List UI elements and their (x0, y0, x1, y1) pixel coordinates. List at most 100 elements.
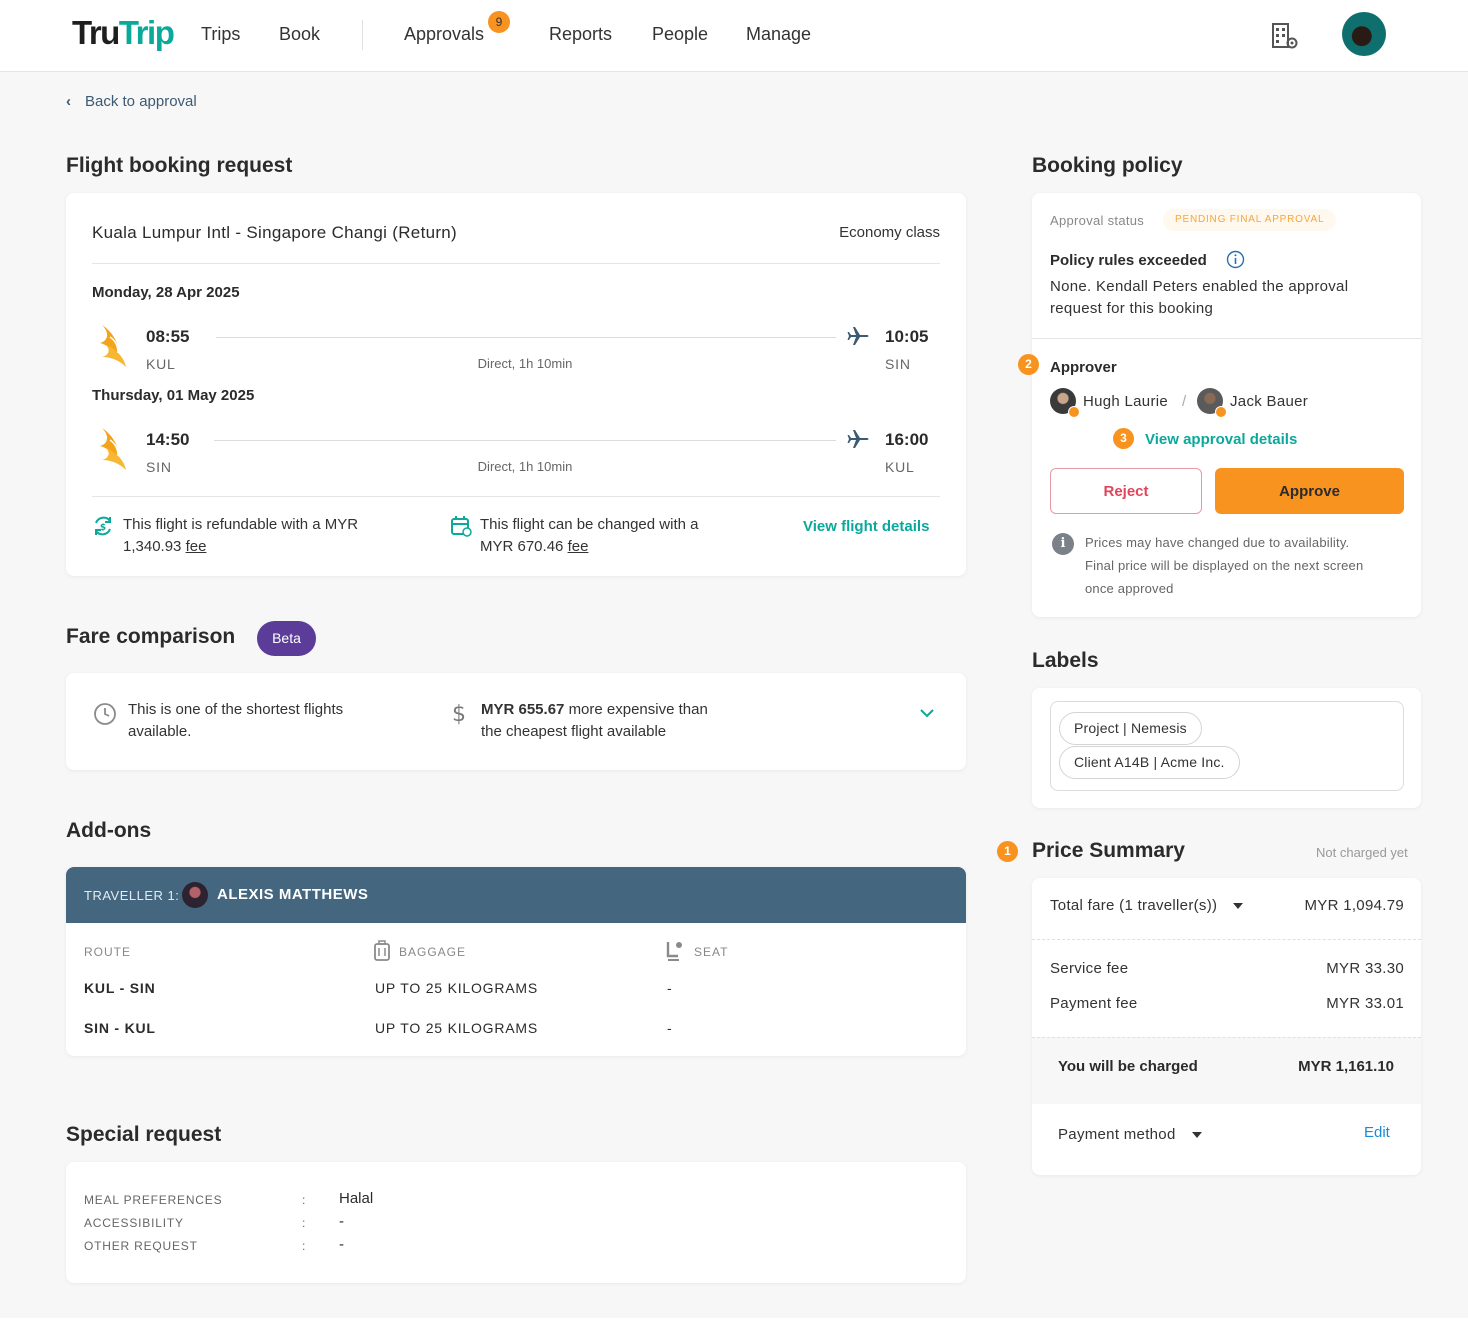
traveller-avatar (182, 882, 208, 908)
total-fare-toggle[interactable]: Total fare (1 traveller(s)) (1050, 897, 1244, 914)
nav-manage[interactable]: Manage (746, 24, 811, 45)
leg-1-departure-code: KUL (146, 356, 176, 372)
back-to-approval-link[interactable]: ‹ Back to approval (66, 93, 197, 110)
meal-preferences-label: MEAL PREFERENCES (84, 1193, 223, 1207)
view-flight-details-link[interactable]: View flight details (803, 518, 929, 535)
label-chip[interactable]: Client A14B | Acme Inc. (1059, 746, 1240, 779)
total-fare-label: Total fare (1 traveller(s)) (1050, 897, 1218, 914)
shortest-text-line1: This is one of the shortest flights (128, 701, 344, 718)
addon-row-2-seat: - (667, 1020, 673, 1036)
flight-request-title: Flight booking request (66, 154, 293, 177)
traveller-label: TRAVELLER 1: (84, 888, 180, 903)
refund-policy-text: This flight is refundable with a MYR 1,3… (123, 514, 423, 558)
leg-2-arrival-time: 16:00 (885, 430, 929, 449)
accessibility-label: ACCESSIBILITY (84, 1216, 184, 1230)
addon-row-2-route: SIN - KUL (84, 1020, 156, 1036)
caret-down-icon (1191, 1132, 1202, 1139)
leg-2-arrival-code: KUL (885, 459, 915, 475)
flight-card: Kuala Lumpur Intl - Singapore Changi (Re… (66, 193, 966, 576)
change-text-line1: This flight can be changed with a (480, 516, 699, 533)
refund-fee-link[interactable]: fee (186, 538, 207, 555)
change-policy-text: This flight can be changed with a MYR 67… (480, 514, 770, 558)
traveller-header: TRAVELLER 1: ALEXIS MATTHEWS (66, 867, 966, 923)
shortest-flight-text: This is one of the shortest flights avai… (128, 699, 418, 743)
back-link-label: Back to approval (85, 93, 197, 110)
info-outline-icon[interactable] (1226, 250, 1245, 269)
divider (1032, 338, 1421, 339)
clock-icon (94, 703, 116, 725)
nav-reports[interactable]: Reports (549, 24, 612, 45)
leg-1-date: Monday, 28 Apr 2025 (92, 284, 240, 301)
nav-approvals[interactable]: Approvals (404, 24, 484, 45)
payment-fee-value: MYR 33.01 (1326, 995, 1404, 1012)
addon-row-1-route: KUL - SIN (84, 980, 156, 996)
leg-1-duration: Direct, 1h 10min (477, 356, 573, 371)
leg-2-route-line (214, 440, 836, 441)
pending-status-dot (1215, 406, 1227, 418)
user-avatar[interactable] (1342, 12, 1386, 56)
leg-1-arrival-code: SIN (885, 356, 911, 372)
addon-row-1-seat: - (667, 980, 673, 996)
payment-fee-label: Payment fee (1050, 995, 1138, 1012)
info-icon: i (1052, 533, 1074, 555)
trutrip-logo[interactable]: TruTrip (72, 14, 175, 52)
logo-text-tru: Tru (72, 14, 120, 51)
company-settings-icon[interactable] (1270, 21, 1300, 51)
meal-preferences-value: Halal (339, 1190, 374, 1207)
approver-1-name: Hugh Laurie (1083, 393, 1169, 410)
refund-icon: $ (95, 516, 111, 536)
payment-method-toggle[interactable]: Payment method (1058, 1126, 1202, 1143)
accessibility-value: - (339, 1213, 344, 1230)
not-charged-label: Not charged yet (1316, 845, 1408, 860)
route-column-header: ROUTE (84, 945, 131, 959)
view-approval-details-link[interactable]: View approval details (1145, 431, 1297, 448)
other-request-label: OTHER REQUEST (84, 1239, 198, 1253)
approve-button[interactable]: Approve (1215, 468, 1404, 514)
service-fee-label: Service fee (1050, 960, 1129, 977)
service-fee-value: MYR 33.30 (1326, 960, 1404, 977)
label-chip[interactable]: Project | Nemesis (1059, 712, 1202, 745)
nav-trips[interactable]: Trips (201, 24, 240, 45)
approver-separator: / (1182, 393, 1187, 410)
singapore-airlines-logo-icon (100, 325, 126, 367)
refund-amount: 1,340.93 (123, 538, 182, 555)
addon-row-2-baggage: UP TO 25 KILOGRAMS (375, 1020, 539, 1036)
nav-book[interactable]: Book (279, 24, 320, 45)
edit-payment-method-link[interactable]: Edit (1364, 1124, 1390, 1141)
leg-1-departure-time: 08:55 (146, 327, 190, 346)
top-navigation-bar: TruTrip Trips Book Approvals 9 Reports P… (0, 0, 1468, 72)
calendar-change-icon (451, 516, 472, 537)
price-comparison-line2: the cheapest flight available (481, 723, 667, 740)
price-comparison-line1: more expensive than (568, 701, 708, 718)
approver-jack-avatar (1197, 388, 1227, 418)
footer (0, 1318, 1468, 1344)
you-will-be-charged-label: You will be charged (1058, 1058, 1198, 1075)
chevron-left-icon: ‹ (66, 93, 71, 110)
nav-people[interactable]: People (652, 24, 708, 45)
booking-policy-title: Booking policy (1032, 154, 1183, 177)
total-charged-value: MYR 1,161.10 (1298, 1058, 1394, 1075)
change-fee-link[interactable]: fee (568, 538, 589, 555)
fare-comparison-card: This is one of the shortest flights avai… (66, 673, 966, 770)
separator: : (302, 1216, 306, 1230)
payment-method-label: Payment method (1058, 1126, 1176, 1143)
reject-button[interactable]: Reject (1050, 468, 1202, 514)
approver-2-name: Jack Bauer (1230, 393, 1309, 410)
step-1-marker: 1 (997, 841, 1018, 862)
logo-text-trip: Trip (118, 14, 175, 51)
price-difference-amount: MYR 655.67 (481, 701, 565, 718)
plane-icon (847, 430, 869, 448)
svg-text:$: $ (100, 523, 106, 533)
addon-row-1-baggage: UP TO 25 KILOGRAMS (375, 980, 539, 996)
policy-rules-line1: None. Kendall Peters enabled the approva… (1050, 278, 1349, 295)
seat-icon (666, 942, 682, 961)
note-line3: once approved (1085, 581, 1174, 596)
svg-text:$: $ (452, 702, 466, 725)
approval-status-label: Approval status (1050, 213, 1145, 228)
special-request-title: Special request (66, 1123, 222, 1146)
chevron-down-icon[interactable] (917, 705, 937, 721)
flight-route-title: Kuala Lumpur Intl - Singapore Changi (Re… (92, 223, 458, 242)
other-request-value: - (339, 1236, 344, 1253)
divider (1032, 939, 1421, 940)
singapore-airlines-logo-icon (100, 428, 126, 470)
